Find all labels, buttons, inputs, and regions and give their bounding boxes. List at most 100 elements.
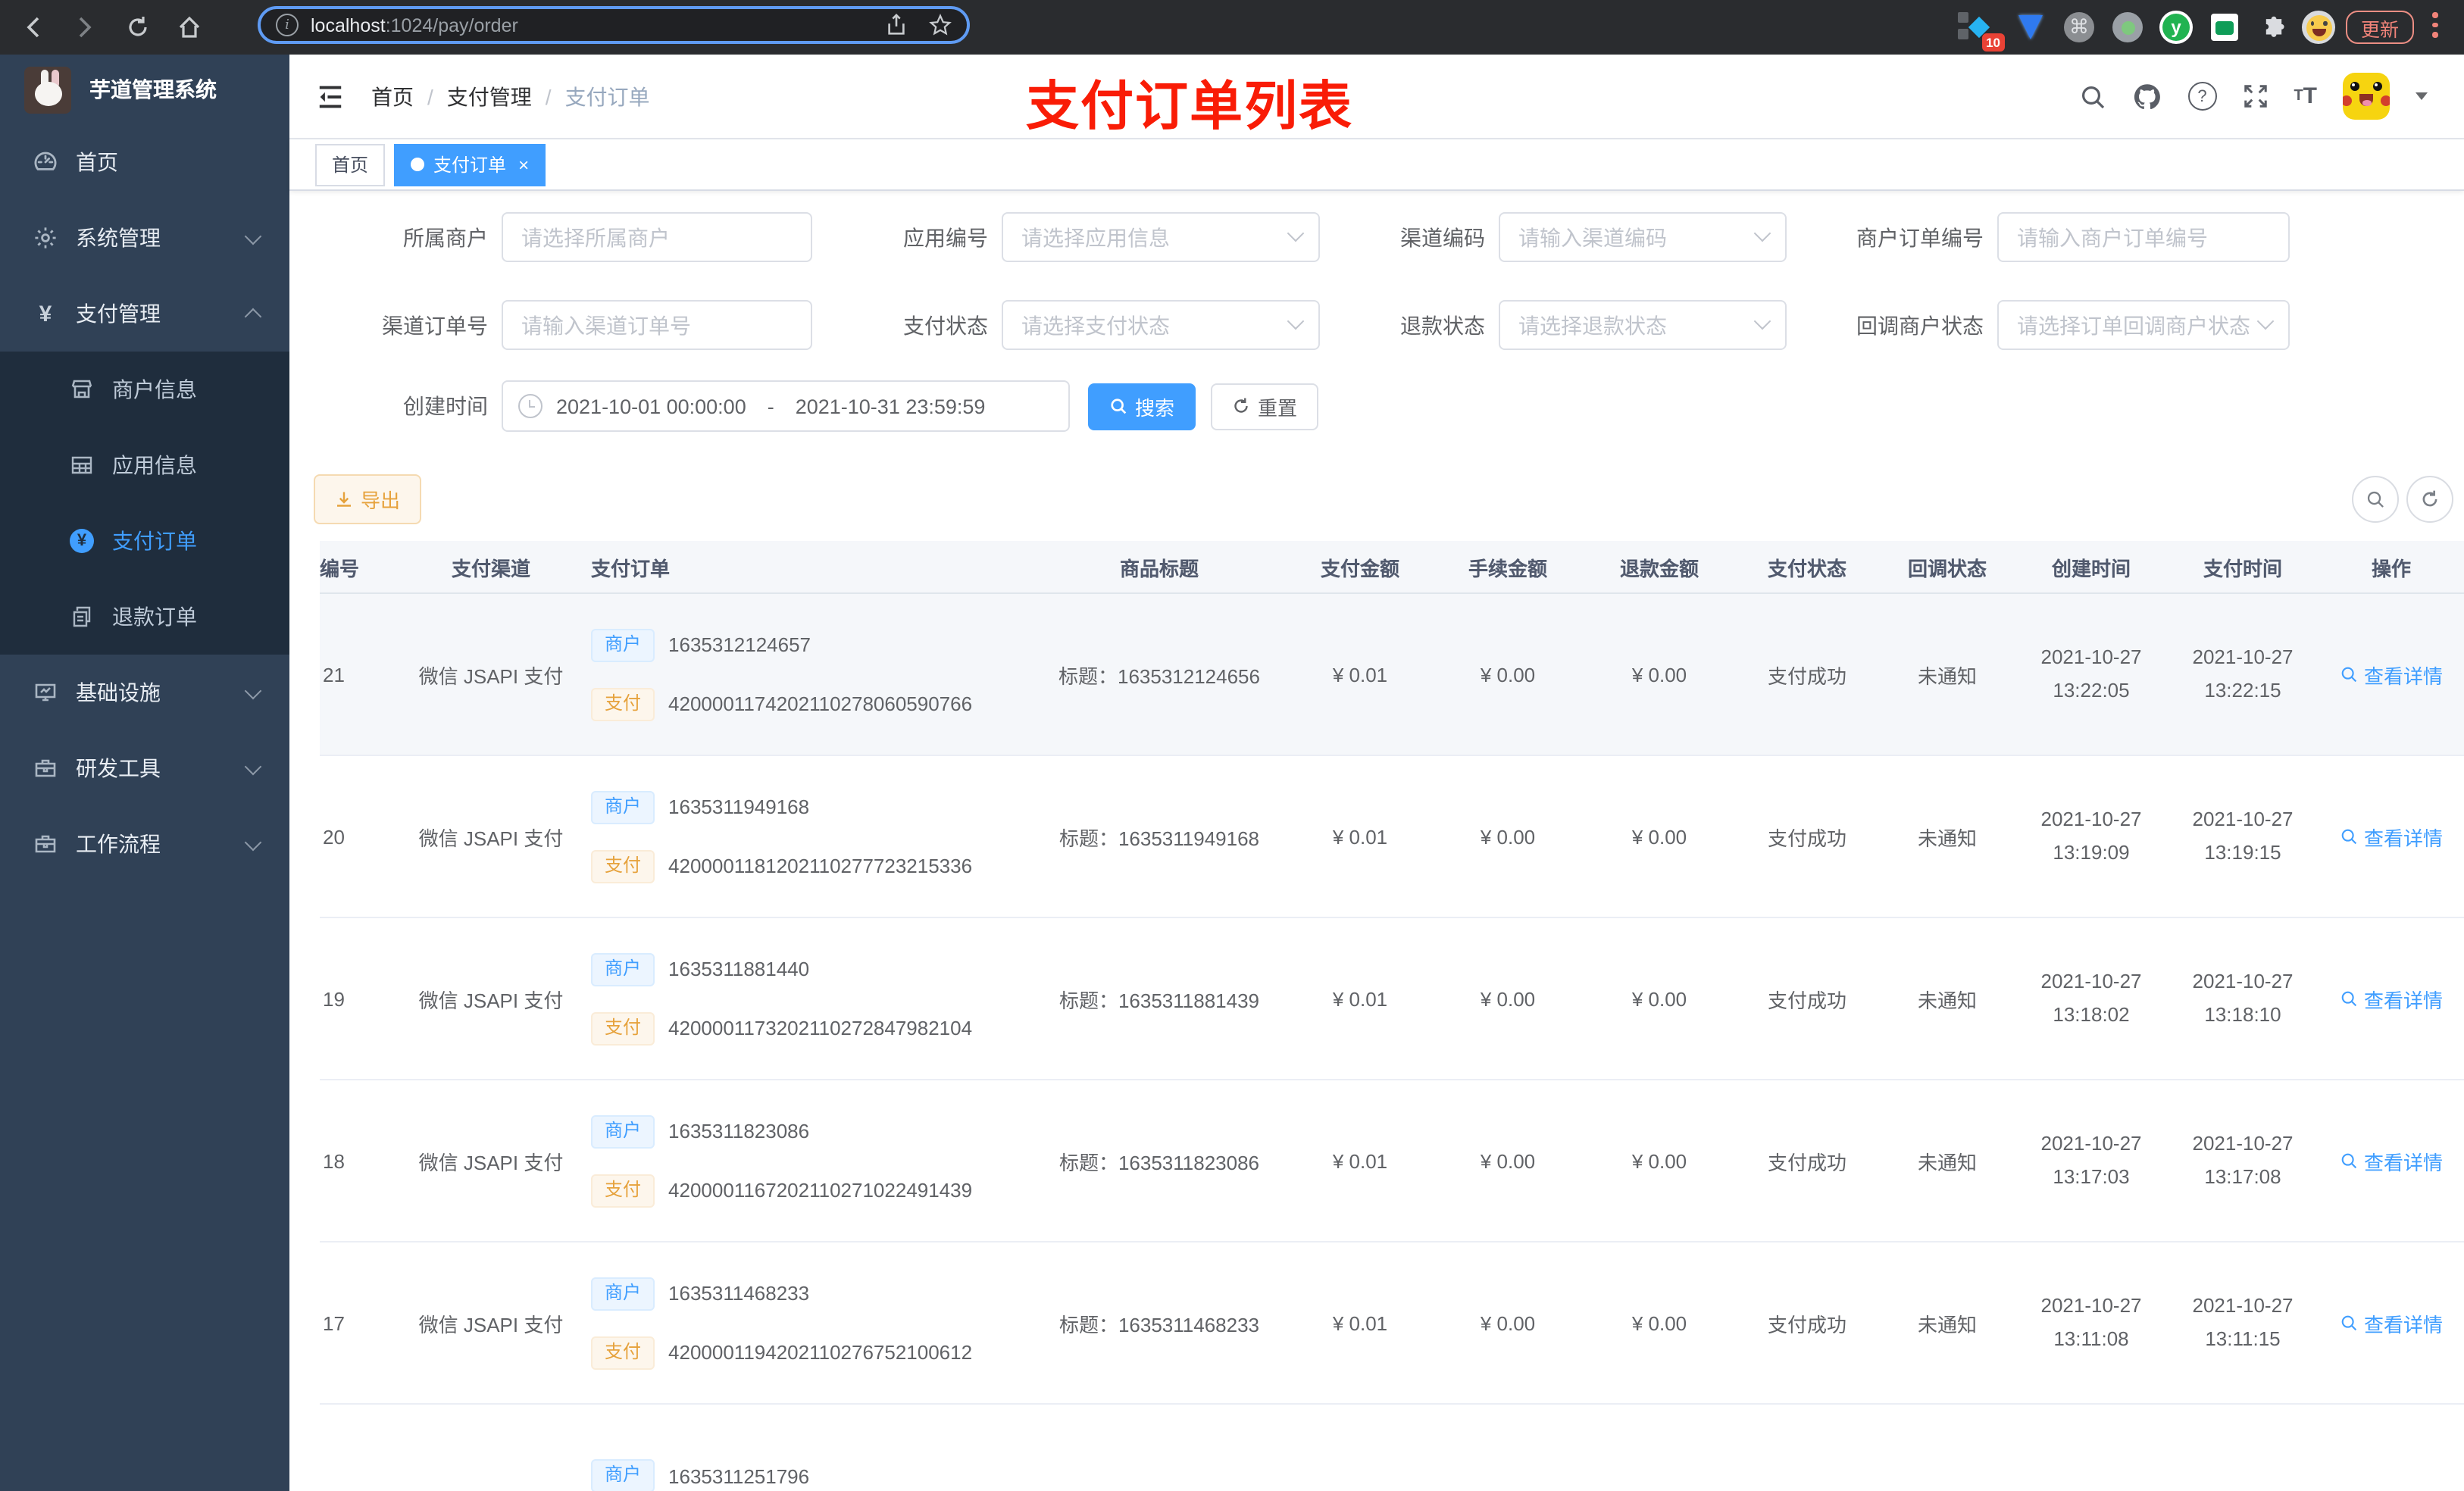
table-row[interactable]: 17 微信 JSAPI 支付 商户 1635311468233 支付 4200001…: [320, 1242, 2464, 1405]
pay-tag: 支付: [591, 1336, 655, 1369]
notify-status-select[interactable]: 请选择订单回调商户状态: [1997, 300, 2290, 350]
channel-code-select[interactable]: 请输入渠道编码: [1499, 212, 1787, 262]
tag-close-icon[interactable]: ×: [518, 154, 529, 175]
bookmark-star-icon[interactable]: [929, 14, 952, 36]
browser-update-button[interactable]: 更新: [2346, 11, 2415, 44]
app-select[interactable]: 请选择应用信息: [1002, 212, 1320, 262]
yen-icon: ¥: [39, 301, 52, 327]
col-pay-status: 支付状态: [1735, 541, 1879, 594]
filter-merchant-order-no: 商户订单编号: [1809, 212, 2290, 262]
channel-order-no-input[interactable]: [503, 313, 811, 337]
sidebar-item-home[interactable]: 首页: [0, 124, 289, 200]
yen-circle-icon: ¥: [70, 529, 94, 553]
help-icon[interactable]: ?: [2187, 82, 2217, 111]
breadcrumb-pay[interactable]: 支付管理: [447, 81, 532, 111]
view-detail-link[interactable]: 查看详情: [2340, 660, 2443, 689]
extension-tabs-icon[interactable]: 10: [1958, 0, 2005, 55]
table-row[interactable]: 19 微信 JSAPI 支付 商户 1635311881440 支付 4200001…: [320, 917, 2464, 1080]
table-header-row: 编号 支付渠道 支付订单 商品标题 支付金额 手续金额 退款金额 支付状态 回调…: [320, 541, 2464, 594]
date-range-input[interactable]: 2021-10-01 00:00:00 - 2021-10-31 23:59:5…: [502, 380, 1070, 432]
view-detail-link[interactable]: 查看详情: [2340, 1308, 2443, 1337]
table-row[interactable]: 商户 1635311251796: [320, 1404, 2464, 1491]
chevron-down-icon: [244, 757, 262, 775]
sidebar-item-app-info[interactable]: 应用信息: [0, 427, 289, 503]
tag-home[interactable]: 首页: [315, 143, 386, 186]
sidebar-item-pay-order[interactable]: ¥ 支付订单: [0, 503, 289, 579]
browser-home-icon[interactable]: [173, 11, 206, 44]
sidebar-item-label: 应用信息: [112, 453, 197, 477]
site-info-icon[interactable]: i: [276, 14, 299, 36]
annotation-text: 支付订单列表: [1026, 77, 1354, 136]
sidebar-item-refund-order[interactable]: 退款订单: [0, 579, 289, 655]
table-row[interactable]: 18 微信 JSAPI 支付 商户 1635311823086 支付 4200001…: [320, 1080, 2464, 1242]
chevron-down-icon: [1753, 312, 1771, 330]
screen: i localhost:1024/pay/order 10 ⌘ y 更新 芋道管…: [0, 0, 2464, 1491]
share-icon[interactable]: [885, 14, 908, 36]
user-avatar[interactable]: [2343, 73, 2390, 120]
refresh-table-icon[interactable]: [2406, 476, 2453, 523]
col-pay-time: 支付时间: [2167, 541, 2319, 594]
sidebar-item-label: 支付管理: [76, 302, 161, 326]
refund-status-select[interactable]: 请选择退款状态: [1499, 300, 1787, 350]
col-id: 编号: [320, 541, 391, 594]
table-row[interactable]: 21 微信 JSAPI 支付 商户 1635312124657 支付 4200001…: [320, 593, 2464, 756]
fullscreen-icon[interactable]: [2242, 83, 2268, 109]
pay-tag: 支付: [591, 687, 655, 720]
breadcrumb-home[interactable]: 首页: [371, 81, 414, 111]
sidebar-item-workflow[interactable]: 工作流程: [0, 806, 289, 882]
col-amount: 支付金额: [1288, 541, 1432, 594]
breadcrumb: 首页 / 支付管理 / 支付订单: [371, 81, 650, 111]
col-pay-order: 支付订单: [591, 541, 1030, 594]
extension-chat-icon[interactable]: [2206, 0, 2243, 55]
col-title: 商品标题: [1030, 541, 1288, 594]
profile-emoji-icon[interactable]: [2300, 0, 2337, 55]
sidebar-collapse-icon[interactable]: [317, 84, 344, 108]
sidebar-item-devtools[interactable]: 研发工具: [0, 730, 289, 806]
merchant-input[interactable]: [503, 225, 811, 249]
sidebar-item-infra[interactable]: 基础设施: [0, 655, 289, 730]
extensions-puzzle-icon[interactable]: [2255, 0, 2291, 55]
merchant-tag: 商户: [591, 628, 655, 661]
header-search-icon[interactable]: [2078, 83, 2106, 110]
dashboard-icon: [33, 150, 58, 174]
extension-y-icon[interactable]: y: [2158, 0, 2194, 55]
orders-table: 编号 支付渠道 支付订单 商品标题 支付金额 手续金额 退款金额 支付状态 回调…: [320, 541, 2464, 1491]
font-size-icon[interactable]: TT: [2294, 83, 2317, 109]
app-logo[interactable]: 芋道管理系统: [0, 55, 289, 124]
gear-icon: [33, 226, 58, 250]
pay-submenu: 商户信息 应用信息 ¥ 支付订单 退款订单: [0, 352, 289, 655]
github-icon[interactable]: [2131, 81, 2162, 111]
address-bar[interactable]: i localhost:1024/pay/order: [258, 6, 970, 44]
sidebar-item-system[interactable]: 系统管理: [0, 200, 289, 276]
extension-kite-icon[interactable]: [2012, 0, 2049, 55]
tag-pay-order[interactable]: 支付订单 ×: [394, 143, 546, 186]
view-detail-link[interactable]: 查看详情: [2340, 822, 2443, 851]
url-path: :1024/pay/order: [385, 14, 518, 36]
browser-forward-icon[interactable]: [67, 11, 100, 44]
toolbox-icon: [33, 756, 58, 780]
sidebar-item-label: 支付订单: [112, 529, 197, 553]
view-detail-link[interactable]: 查看详情: [2340, 984, 2443, 1013]
filter-notify-status: 回调商户状态 请选择订单回调商户状态: [1809, 300, 2290, 350]
browser-back-icon[interactable]: [18, 11, 52, 44]
sidebar-item-merchant-info[interactable]: 商户信息: [0, 352, 289, 427]
table-row[interactable]: 20 微信 JSAPI 支付 商户 1635311949168 支付 4200001…: [320, 755, 2464, 918]
export-button[interactable]: 导出: [314, 474, 422, 524]
extension-command-icon[interactable]: ⌘: [2061, 0, 2097, 55]
app-title: 芋道管理系统: [89, 77, 217, 102]
avatar-caret-icon[interactable]: [2416, 92, 2428, 106]
search-button[interactable]: 搜索: [1088, 383, 1196, 430]
merchant-order-no-input[interactable]: [1999, 225, 2288, 249]
show-search-toggle-icon[interactable]: [2352, 476, 2399, 523]
sidebar-item-label: 首页: [76, 150, 118, 174]
extension-dot-icon[interactable]: [2109, 0, 2146, 55]
reset-button[interactable]: 重置: [1211, 383, 1319, 430]
pay-status-select[interactable]: 请选择支付状态: [1002, 300, 1320, 350]
view-detail-link[interactable]: 查看详情: [2340, 1146, 2443, 1175]
chevron-down-icon: [244, 833, 262, 851]
sidebar-item-pay[interactable]: ¥ 支付管理: [0, 276, 289, 352]
chevron-down-icon: [1287, 312, 1305, 330]
chevron-up-icon: [244, 308, 262, 326]
browser-menu-icon[interactable]: [2432, 12, 2438, 37]
browser-reload-icon[interactable]: [121, 11, 155, 44]
